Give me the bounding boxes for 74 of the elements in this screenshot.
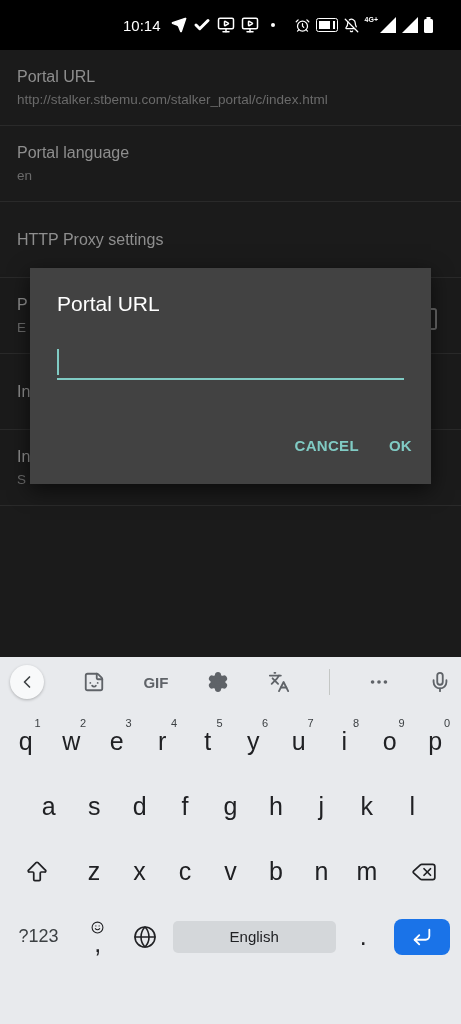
letter-key[interactable]: y 6	[230, 709, 276, 774]
url-field[interactable]	[57, 346, 404, 380]
letter-key[interactable]: w 2	[48, 709, 94, 774]
letter-key[interactable]: a	[26, 774, 72, 839]
letter-key[interactable]: l	[389, 774, 435, 839]
letter-key[interactable]: n	[298, 839, 345, 904]
key-hint: 3	[125, 717, 132, 729]
letter-key[interactable]: p 0	[412, 709, 458, 774]
battery-icon	[424, 17, 433, 33]
dialog-button[interactable]: CANCEL	[284, 429, 369, 462]
letter-key[interactable]: k	[344, 774, 390, 839]
screen-icon	[216, 16, 235, 34]
setting-title: Portal URL	[17, 68, 96, 86]
letter-key[interactable]: x	[116, 839, 163, 904]
dialog-button[interactable]: OK	[378, 429, 422, 462]
key-hint: 7	[307, 717, 314, 729]
key-hint: 1	[34, 717, 41, 729]
dot-icon	[270, 23, 275, 27]
letter-key[interactable]: o 9	[367, 709, 413, 774]
settings-item[interactable]: Portal URL http://stalker.stbemu.com/stalker_portal/c/index.html	[0, 50, 461, 126]
signal-icon	[380, 17, 396, 33]
key-hint: 8	[352, 717, 359, 729]
emoji-icon	[91, 921, 105, 934]
gif-button[interactable]: GIF	[143, 673, 169, 691]
letter-key[interactable]: q 1	[3, 709, 49, 774]
key-hint: 5	[216, 717, 223, 729]
volte-icon	[315, 18, 338, 32]
key-hint: 9	[398, 717, 405, 729]
letter-key[interactable]: i 8	[321, 709, 367, 774]
setting-summary: http://stalker.stbemu.com/stalker_portal/c/index.html	[17, 92, 328, 107]
key-hint: 4	[170, 717, 177, 729]
letter-key[interactable]: j	[298, 774, 345, 839]
setting-title: In	[17, 382, 31, 401]
letter-key[interactable]: g	[207, 774, 254, 839]
letter-key[interactable]: z	[71, 839, 117, 904]
signal-icon	[402, 17, 418, 33]
translate-icon[interactable]	[267, 671, 290, 693]
dialog-title: Portal URL	[57, 292, 160, 316]
letter-key[interactable]: d	[116, 774, 163, 839]
letter-key[interactable]: u 7	[276, 709, 322, 774]
alarm-icon	[294, 17, 310, 33]
setting-title: P	[17, 296, 28, 314]
key-hint: 0	[443, 717, 450, 729]
screen-icon	[240, 16, 259, 34]
letter-key[interactable]: f	[162, 774, 208, 839]
letter-key[interactable]: c	[162, 839, 208, 904]
clock: 10:14	[123, 16, 161, 34]
letter-key[interactable]: h	[253, 774, 299, 839]
symbols-key[interactable]: ?123	[3, 904, 75, 969]
letter-key[interactable]: e 3	[94, 709, 140, 774]
setting-title: HTTP Proxy settings	[17, 230, 164, 249]
setting-summary: E	[17, 320, 26, 335]
letter-key[interactable]: s	[71, 774, 117, 839]
key-hint: 2	[79, 717, 86, 729]
globe-icon	[133, 924, 158, 949]
period-key[interactable]: .	[339, 904, 387, 969]
key-hint: 6	[261, 717, 268, 729]
comma-key[interactable]: ,	[74, 904, 122, 969]
setting-summary: en	[17, 168, 33, 183]
letter-key[interactable]: b	[253, 839, 299, 904]
bell-off-icon	[343, 17, 359, 33]
space-key[interactable]: English	[172, 920, 336, 953]
paper-plane-icon	[170, 17, 187, 33]
setting-title: Portal language	[17, 144, 130, 162]
setting-title: In	[17, 448, 31, 466]
setting-summary: S	[17, 472, 26, 487]
letter-key[interactable]: m	[344, 839, 390, 904]
letter-key[interactable]: r 4	[139, 709, 185, 774]
settings-item[interactable]: Portal language en	[0, 126, 461, 202]
settings-icon[interactable]	[207, 671, 230, 693]
letter-key[interactable]: v	[207, 839, 254, 904]
letter-key[interactable]: t 5	[185, 709, 231, 774]
sticker-icon[interactable]	[82, 671, 105, 693]
enter-key[interactable]	[394, 918, 451, 955]
